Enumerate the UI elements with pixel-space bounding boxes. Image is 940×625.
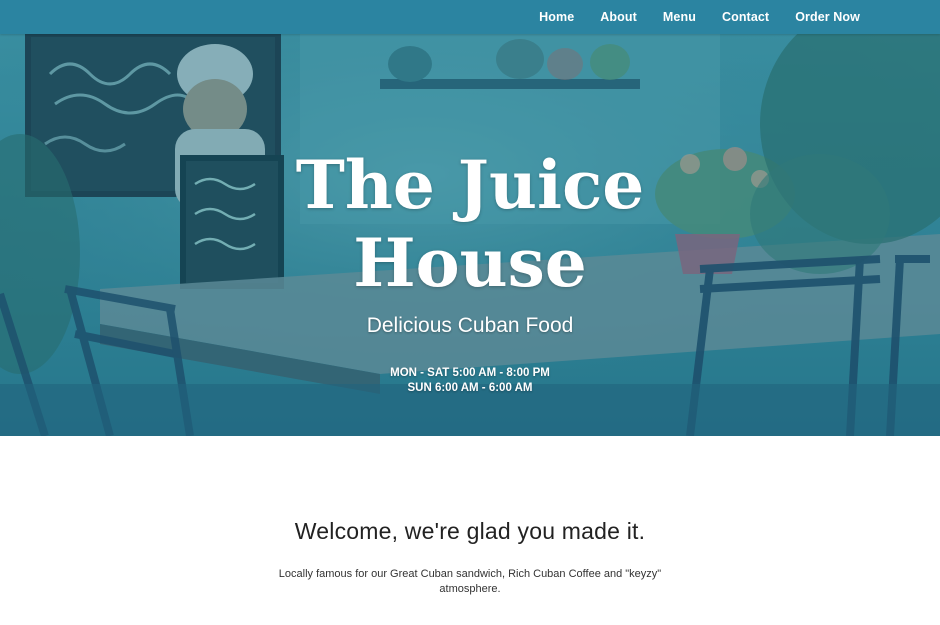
nav-menu-link[interactable]: Menu (663, 10, 696, 24)
welcome-section: Welcome, we're glad you made it. Locally… (0, 436, 940, 625)
opening-hours: MON - SAT 5:00 AM - 8:00 PM SUN 6:00 AM … (0, 366, 940, 396)
hero-title-line-2: House (353, 224, 587, 302)
nav-order-now-link[interactable]: Order Now (795, 10, 860, 24)
hours-weekday: MON - SAT 5:00 AM - 8:00 PM (390, 367, 550, 379)
navbar: Home About Menu Contact Order Now (0, 0, 940, 34)
page: Home About Menu Contact Order Now The Ju… (0, 0, 940, 625)
nav-home-link[interactable]: Home (539, 10, 574, 24)
nav-links: Home About Menu Contact Order Now (513, 0, 860, 34)
nav-about-link[interactable]: About (600, 10, 637, 24)
nav-contact-link[interactable]: Contact (722, 10, 769, 24)
hero-section: The Juice House Delicious Cuban Food MON… (0, 34, 940, 436)
hero-content: The Juice House Delicious Cuban Food MON… (0, 34, 940, 436)
hero-subtitle: Delicious Cuban Food (366, 314, 574, 337)
hero-title-line-1: The Juice (295, 146, 645, 224)
welcome-heading: Welcome, we're glad you made it. (294, 518, 646, 544)
hero-title: The Juice House (0, 146, 940, 302)
hours-sunday: SUN 6:00 AM - 6:00 AM (407, 382, 533, 394)
welcome-text: Locally famous for our Great Cuban sandw… (278, 568, 662, 595)
